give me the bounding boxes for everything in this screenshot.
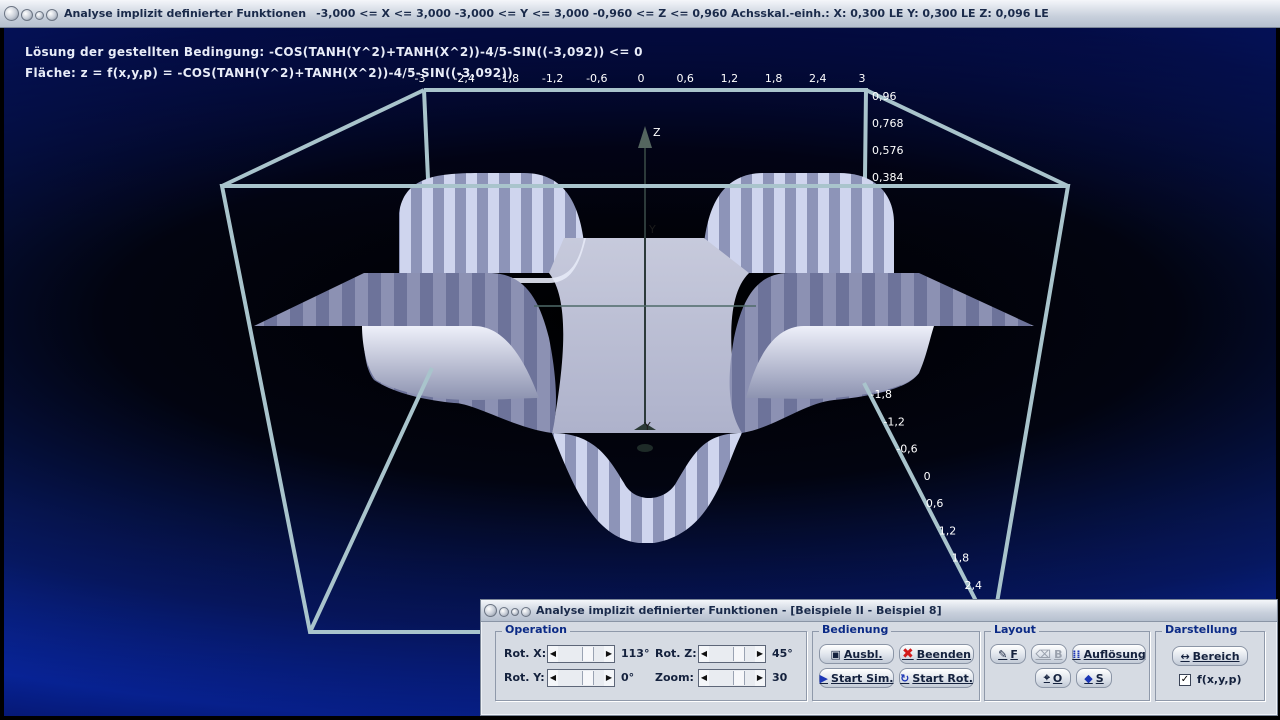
bereich-button[interactable]: ↔ Bereich xyxy=(1172,646,1248,666)
z-axis-tick-label: 0,768 xyxy=(872,117,904,130)
rot-y-right-arrow-icon[interactable]: ▶ xyxy=(604,670,614,686)
y-axis-tick-label: -0,6 xyxy=(896,443,917,456)
y-axis-ticks: -1,8 -1,2 -0,6 0 0,6 1,2 1,8 2,4 xyxy=(871,388,982,592)
start-sim-button[interactable]: ▶ Start Sim. xyxy=(819,668,894,688)
y-axis-tick-label: 0,6 xyxy=(926,497,944,510)
condition-text: Lösung der gestellten Bedingung: -COS(TA… xyxy=(25,45,643,59)
bedienung-group: Bedienung ▣ Ausbl. ✖ Beenden ▶ Start Sim. ↻… xyxy=(812,623,980,701)
rot-z-label: Rot. Z: xyxy=(655,647,697,660)
ausblenden-button[interactable]: ▣ Ausbl. xyxy=(819,644,894,664)
fxyp-checkbox[interactable]: ✓ xyxy=(1179,674,1191,686)
zoom-slider[interactable]: ◀ ▶ xyxy=(698,669,766,687)
operation-group-title: Operation xyxy=(502,623,570,636)
panel-maximize-button[interactable] xyxy=(511,608,519,616)
y-axis-tick-label: -1,8 xyxy=(871,388,892,401)
darstellung-group: Darstellung ↔ Bereich ✓ f(x,y,p) xyxy=(1155,623,1265,701)
rot-z-right-arrow-icon[interactable]: ▶ xyxy=(755,646,765,662)
rot-z-value: 45° xyxy=(772,647,793,660)
z-axis-tick-label: 0,384 xyxy=(872,171,904,184)
control-panel-title-bar: Analyse implizit definierter Funktionen … xyxy=(481,600,1277,622)
y-axis-tick-label: 1,2 xyxy=(939,524,957,537)
window-range-info: -3,000 <= X <= 3,000 -3,000 <= Y <= 3,00… xyxy=(316,7,1049,20)
bedienung-group-title: Bedienung xyxy=(819,623,892,636)
panel-app-icon xyxy=(521,607,531,617)
hide-icon: ▣ xyxy=(830,647,841,661)
panel-close-button[interactable] xyxy=(484,604,497,617)
layout-group-title: Layout xyxy=(991,623,1039,636)
x-axis-tick-label: 2,4 xyxy=(809,72,827,85)
window-minimize-button[interactable] xyxy=(21,9,33,21)
x-axis-tick-label: 1,8 xyxy=(765,72,783,85)
operation-group: Operation Rot. X: ◀ ▶ 113° Rot. Z: ◀ ▶ 45°… xyxy=(495,623,807,701)
layout-o-button[interactable]: ⌖ O xyxy=(1035,668,1071,688)
main-title-bar: Analyse implizit definierter Funktionen … xyxy=(0,0,1280,28)
control-panel-window: Analyse implizit definierter Funktionen … xyxy=(480,599,1278,716)
x-axis-tick-label: 0 xyxy=(638,72,645,85)
start-rot-button[interactable]: ↻ Start Rot. xyxy=(899,668,974,688)
rot-z-slider[interactable]: ◀ ▶ xyxy=(698,645,766,663)
rot-x-right-arrow-icon[interactable]: ▶ xyxy=(604,646,614,662)
rot-y-left-arrow-icon[interactable]: ◀ xyxy=(548,670,558,686)
y-axis-tick-label: 0 xyxy=(924,470,931,483)
rot-x-slider[interactable]: ◀ ▶ xyxy=(547,645,615,663)
rot-y-slider[interactable]: ◀ ▶ xyxy=(547,669,615,687)
axis-label-y-top: Y xyxy=(648,223,656,236)
z-axis-tick-label: 0,576 xyxy=(872,144,904,157)
window-close-button[interactable] xyxy=(4,6,19,21)
brush-icon: ✎ xyxy=(998,647,1008,661)
layout-group: Layout ✎ F ⌫ B ⁞⁞ Auflösung ⌖ O ◆ S xyxy=(984,623,1150,701)
layout-b-button[interactable]: ⌫ B xyxy=(1031,644,1067,664)
x-axis-tick-label: 3 xyxy=(859,72,866,85)
beenden-button[interactable]: ✖ Beenden xyxy=(899,644,974,664)
rot-y-value: 0° xyxy=(621,671,635,684)
close-icon: ✖ xyxy=(901,646,914,662)
z-axis-tick-label: 0,96 xyxy=(872,90,897,103)
x-axis-tick-label: 1,2 xyxy=(721,72,739,85)
zoom-label: Zoom: xyxy=(655,671,694,684)
window-title: Analyse implizit definierter Funktionen xyxy=(64,7,307,20)
eraser-icon: ⌫ xyxy=(1035,647,1052,661)
grid-resolution-icon: ⁞⁞ xyxy=(1072,647,1081,661)
control-panel-title: Analyse implizit definierter Funktionen … xyxy=(536,604,942,617)
axis-label-y-bottom: Y xyxy=(643,420,651,433)
paint-bucket-icon: ◆ xyxy=(1084,671,1093,685)
layout-s-button[interactable]: ◆ S xyxy=(1076,668,1112,688)
rot-z-left-arrow-icon[interactable]: ◀ xyxy=(699,646,709,662)
y-axis-tick-label: -1,2 xyxy=(883,415,904,428)
x-axis-tick-label: 0,6 xyxy=(676,72,694,85)
x-axis-tick-label: -1,2 xyxy=(542,72,563,85)
zoom-right-arrow-icon[interactable]: ▶ xyxy=(755,670,765,686)
zoom-left-arrow-icon[interactable]: ◀ xyxy=(699,670,709,686)
surface-center-plate xyxy=(549,238,749,433)
x-axis-tick-label: -0,6 xyxy=(586,72,607,85)
zoom-value: 30 xyxy=(772,671,788,684)
y-axis-tick-label: 1,8 xyxy=(952,552,970,565)
axis-label-z: Z xyxy=(653,126,661,139)
rot-x-left-arrow-icon[interactable]: ◀ xyxy=(548,646,558,662)
panel-minimize-button[interactable] xyxy=(499,607,509,617)
rotate-icon: ↻ xyxy=(900,671,910,685)
surface-formula-text: Fläche: z = f(x,y,p) = -COS(TANH(Y^2)+TA… xyxy=(25,66,513,80)
window-maximize-button[interactable] xyxy=(35,10,44,20)
rot-x-label: Rot. X: xyxy=(504,647,547,660)
aufloesung-button[interactable]: ⁞⁞ Auflösung xyxy=(1072,644,1146,664)
range-icon: ↔ xyxy=(1180,649,1190,663)
fxyp-checkbox-label: f(x,y,p) xyxy=(1197,673,1242,686)
play-icon: ▶ xyxy=(819,671,829,685)
app-icon xyxy=(46,9,58,21)
layout-f-button[interactable]: ✎ F xyxy=(990,644,1026,664)
y-axis-tick-label: 2,4 xyxy=(965,579,983,592)
rot-x-value: 113° xyxy=(621,647,650,660)
rot-y-label: Rot. Y: xyxy=(504,671,545,684)
darstellung-group-title: Darstellung xyxy=(1162,623,1241,636)
crosshair-icon: ⌖ xyxy=(1043,671,1050,684)
